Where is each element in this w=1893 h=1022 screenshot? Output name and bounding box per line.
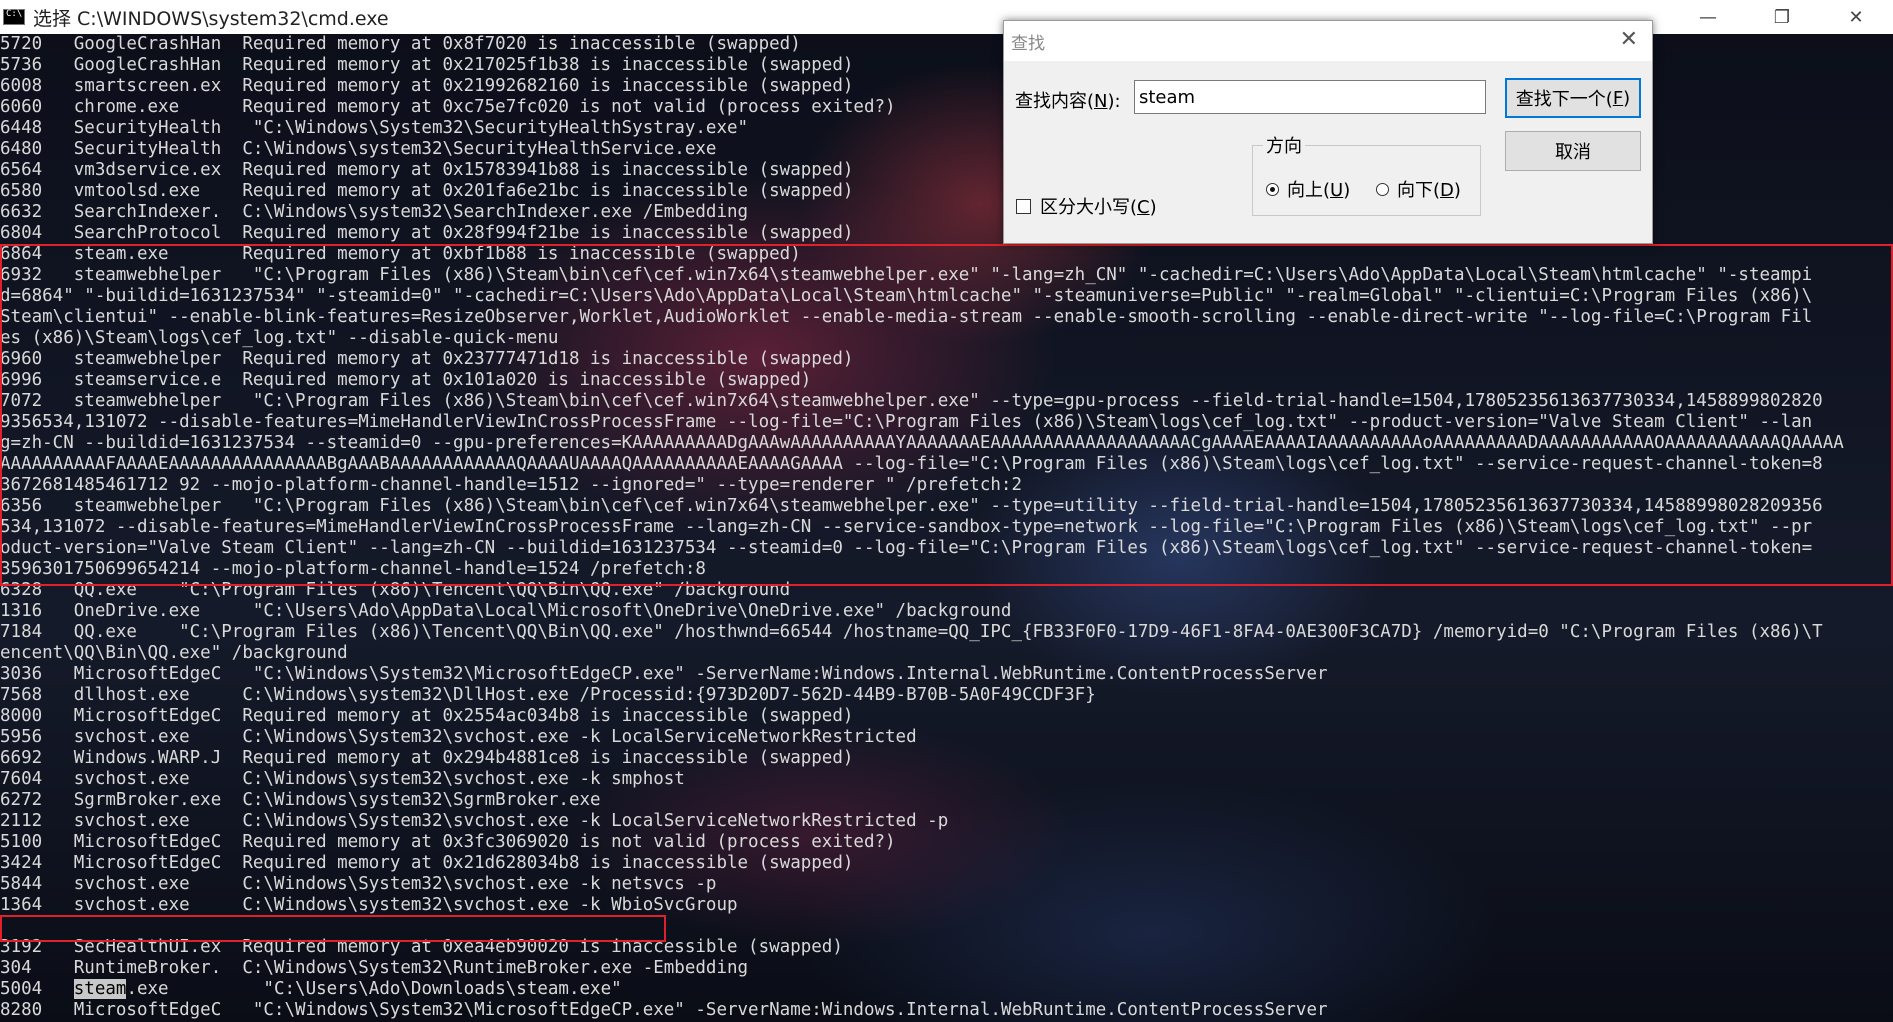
window-title: 选择 C:\WINDOWS\system32\cmd.exe <box>33 7 389 30</box>
find-dialog-titlebar[interactable]: 查找 ✕ <box>1004 21 1652 61</box>
console-line: 3424 MicrosoftEdgeC Required memory at 0… <box>0 853 854 873</box>
match-case-label: 区分大小写(C) <box>1040 197 1157 218</box>
console-line: d=6864" "-buildid=1631237534" "-steamid=… <box>0 286 1813 306</box>
match-pid: 5004 <box>0 979 74 999</box>
console-line: 3672681485461712 92 --mojo-platform-chan… <box>0 475 1022 495</box>
direction-group: 方向 向上(U) 向下(D) <box>1252 132 1481 216</box>
console-line: 6356 steamwebhelper "C:\Program Files (x… <box>0 496 1823 516</box>
console-line: 304 RuntimeBroker. C:\Windows\System32\R… <box>0 958 749 978</box>
find-dialog-title: 查找 <box>1011 34 1045 54</box>
console-line: 1316 OneDrive.exe "C:\Users\Ado\AppData\… <box>0 601 1012 621</box>
direction-down-label: 向下(D) <box>1397 180 1461 201</box>
console-line: 5100 MicrosoftEdgeC Required memory at 0… <box>0 832 896 852</box>
console-line: 9356534,131072 --disable-features=MimeHa… <box>0 412 1813 432</box>
console-line: g=zh-CN --buildid=1631237534 --steamid=0… <box>0 433 1844 453</box>
console-line: oduct-version="Valve Steam Client" --lan… <box>0 538 1813 558</box>
console-line: Steam\clientui" --enable-blink-features=… <box>0 307 1813 327</box>
find-what-input[interactable] <box>1134 80 1486 114</box>
console-line: 5844 svchost.exe C:\Windows\System32\svc… <box>0 874 717 894</box>
match-rest: .exe "C:\Users\Ado\Downloads\steam.exe" <box>126 979 622 999</box>
checkbox-unchecked-icon <box>1016 198 1031 214</box>
cancel-button[interactable]: 取消 <box>1505 131 1641 171</box>
radio-selected-icon <box>1266 182 1279 196</box>
find-dialog: 查找 ✕ 查找内容(N): 查找下一个(F) 取消 方向 向上(U) 向下(D)… <box>1003 20 1653 244</box>
console-line: 7184 QQ.exe "C:\Program Files (x86)\Tenc… <box>0 622 1823 642</box>
cmd-app-icon <box>3 9 25 25</box>
window-controls: — ❐ ✕ <box>1671 0 1893 34</box>
console-line: 534,131072 --disable-features=MimeHandle… <box>0 517 1813 537</box>
direction-down-radio[interactable]: 向下(D) <box>1376 176 1461 202</box>
direction-up-label: 向上(U) <box>1287 180 1351 201</box>
console-line: encent\QQ\Bin\QQ.exe" /background <box>0 643 348 663</box>
console-line: 7072 steamwebhelper "C:\Program Files (x… <box>0 391 1823 411</box>
console-line: 7604 svchost.exe C:\Windows\system32\svc… <box>0 769 685 789</box>
console-line: es (x86)\Steam\logs\cef_log.txt" --disab… <box>0 328 559 348</box>
console-line: 2112 svchost.exe C:\Windows\System32\svc… <box>0 811 949 831</box>
minimize-button[interactable]: — <box>1671 0 1745 34</box>
console-line: 6692 Windows.WARP.J Required memory at 0… <box>0 748 854 768</box>
console-line: 3596301750699654214 --mojo-platform-chan… <box>0 559 706 579</box>
console-line: 6996 steamservice.e Required memory at 0… <box>0 370 812 390</box>
console-line-search-match: 5004 steam.exe "C:\Users\Ado\Downloads\s… <box>0 979 1893 1000</box>
console-line: 6272 SgrmBroker.exe C:\Windows\system32\… <box>0 790 601 810</box>
console-line: 3036 MicrosoftEdgeC "C:\Windows\System32… <box>0 664 1328 684</box>
direction-label: 方向 <box>1263 132 1305 158</box>
console-line: 6864 steam.exe Required memory at 0xbf1b… <box>0 244 801 264</box>
maximize-button[interactable]: ❐ <box>1745 0 1819 34</box>
radio-unselected-icon <box>1376 182 1389 196</box>
console-line: AAAAAAAAAAFAAAAEAAAAAAAAAAAAAAABgAAABAAA… <box>0 454 1823 474</box>
console-line: 6328 QQ.exe "C:\Program Files (x86)\Tenc… <box>0 580 791 600</box>
console-line: 7568 dllhost.exe C:\Windows\system32\Dll… <box>0 685 1096 705</box>
console-line: 3192 SecHealthUI.ex Required memory at 0… <box>0 937 843 957</box>
direction-up-radio[interactable]: 向上(U) <box>1266 176 1350 202</box>
console-line: 6932 steamwebhelper "C:\Program Files (x… <box>0 265 1813 285</box>
find-dialog-close-icon[interactable]: ✕ <box>1620 27 1638 53</box>
console-line: 6960 steamwebhelper Required memory at 0… <box>0 349 854 369</box>
console-line: 8280 MicrosoftEdgeC "C:\Windows\System32… <box>0 1000 1328 1020</box>
console-line: 1364 svchost.exe C:\Windows\system32\svc… <box>0 895 738 915</box>
console-line: 5956 svchost.exe C:\Windows\System32\svc… <box>0 727 917 747</box>
console-line: 8000 MicrosoftEdgeC Required memory at 0… <box>0 706 854 726</box>
find-what-label: 查找内容(N): <box>1015 91 1121 112</box>
search-match-highlight: steam <box>73 979 127 999</box>
find-next-button[interactable]: 查找下一个(F) <box>1505 78 1641 118</box>
match-case-checkbox[interactable]: 区分大小写(C) <box>1016 193 1157 219</box>
close-button[interactable]: ✕ <box>1819 0 1893 34</box>
